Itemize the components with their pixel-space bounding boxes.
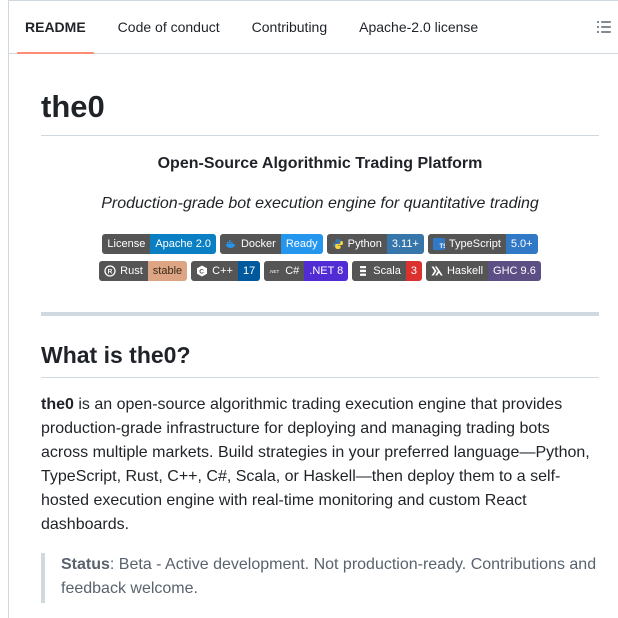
typescript-icon: TS [432, 238, 445, 250]
tab-label: Code of conduct [117, 19, 220, 35]
readme-panel: README Code of conduct Contributing Apac… [8, 0, 618, 618]
badge-value: Apache 2.0 [155, 238, 211, 250]
csharp-badge[interactable]: .NET C# .NET 8 [264, 261, 349, 281]
badge-label: Scala [373, 265, 401, 277]
badge-label: Docker [240, 238, 276, 250]
scala-badge[interactable]: Scala 3 [352, 261, 422, 281]
badge-value: 17 [242, 265, 256, 277]
badge-row-1: License Apache 2.0 Docker Ready Python 3… [41, 234, 599, 254]
badge-label: License [107, 238, 146, 250]
typescript-badge[interactable]: TS TypeScript 5.0+ [427, 234, 538, 254]
page-title: the0 [41, 87, 599, 136]
svg-text:TS: TS [439, 244, 445, 250]
docker-icon [225, 240, 235, 248]
badge-label: Haskell [446, 265, 484, 277]
intro-paragraph: the0 is an open-source algorithmic tradi… [41, 393, 599, 537]
badge-value: stable [152, 265, 183, 277]
haskell-icon [431, 266, 443, 276]
haskell-badge[interactable]: Haskell GHC 9.6 [425, 261, 541, 281]
cplusplus-icon: C [197, 265, 208, 277]
scala-icon [360, 266, 367, 276]
badge-value: 3.11+ [391, 238, 419, 250]
badge-value: .NET 8 [309, 265, 344, 277]
python-icon [332, 239, 343, 249]
tab-readme[interactable]: README [9, 1, 102, 54]
rust-icon: R [104, 265, 116, 277]
tab-label: Apache-2.0 license [359, 19, 479, 35]
badge-label: C# [285, 265, 300, 277]
badge-label: TypeScript [448, 238, 501, 250]
status-blockquote: Status: Beta - Active development. Not p… [41, 553, 599, 603]
badge-row-2: R Rust stable C C++ 17 .NET C# .NET 8 Sc… [41, 261, 599, 281]
license-badge[interactable]: License Apache 2.0 [102, 234, 216, 254]
svg-text:.NET: .NET [269, 269, 280, 274]
readme-tagline: Production-grade bot execution engine fo… [101, 195, 539, 212]
rust-badge[interactable]: R Rust stable [99, 261, 188, 281]
status-text: : Beta - Active development. Not product… [61, 556, 597, 597]
badge-value: GHC 9.6 [493, 265, 536, 277]
badge-label: C++ [212, 265, 233, 277]
readme-subtitle: Open-Source Algorithmic Trading Platform [157, 155, 483, 172]
docker-badge[interactable]: Docker Ready [219, 234, 323, 254]
tab-license[interactable]: Apache-2.0 license [343, 1, 494, 53]
list-unordered-icon[interactable] [596, 19, 612, 35]
badge-label: Python [347, 238, 382, 250]
status-label: Status [61, 556, 110, 573]
tab-code-of-conduct[interactable]: Code of conduct [102, 1, 236, 53]
dotnet-icon: .NET [269, 269, 280, 274]
intro-text: is an open-source algorithmic trading ex… [41, 396, 590, 533]
cplusplus-badge[interactable]: C C++ 17 [191, 261, 261, 281]
badge-label: Rust [120, 265, 143, 277]
tab-label: Contributing [251, 19, 328, 35]
badge-value: Ready [285, 238, 318, 250]
svg-text:R: R [108, 269, 113, 276]
readme-tab-bar: README Code of conduct Contributing Apac… [9, 1, 618, 54]
intro-bold: the0 [41, 396, 74, 413]
section-heading: What is the0? [41, 339, 599, 378]
python-badge[interactable]: Python 3.11+ [326, 234, 424, 254]
horizontal-rule [41, 312, 599, 316]
tab-label: README [25, 19, 86, 35]
badge-value: 3 [410, 265, 417, 277]
badge-value: 5.0+ [510, 238, 533, 250]
svg-text:C: C [199, 269, 204, 276]
tab-contributing[interactable]: Contributing [236, 1, 344, 53]
